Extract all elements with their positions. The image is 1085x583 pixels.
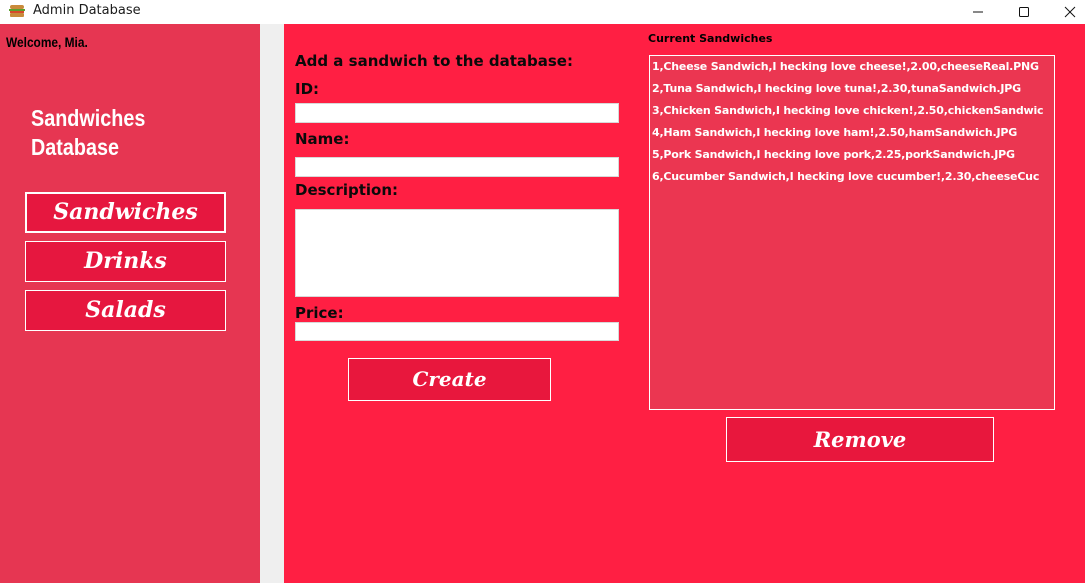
title-bar: Admin Database — [0, 0, 1085, 25]
list-item[interactable]: 3,Chicken Sandwich,I hecking love chicke… — [652, 104, 1044, 117]
remove-button[interactable]: Remove — [726, 417, 994, 462]
list-item[interactable]: 1,Cheese Sandwich,I hecking love cheese!… — [652, 60, 1039, 73]
form-heading: Add a sandwich to the database: — [295, 52, 573, 70]
price-input[interactable] — [295, 322, 619, 341]
welcome-text: Welcome, Mia. — [6, 34, 88, 50]
minimize-button[interactable] — [955, 0, 1001, 24]
maximize-icon — [1019, 7, 1029, 17]
description-label: Description: — [295, 181, 399, 199]
sidebar: Welcome, Mia. Sandwiches Database Sandwi… — [0, 24, 260, 583]
name-label: Name: — [295, 130, 350, 148]
create-button[interactable]: Create — [348, 358, 551, 401]
database-title-line2: Database — [31, 134, 119, 160]
id-input[interactable] — [295, 103, 619, 123]
sandwich-listbox[interactable]: 1,Cheese Sandwich,I hecking love cheese!… — [649, 55, 1055, 410]
sandwich-app-icon — [9, 4, 25, 18]
list-item[interactable]: 2,Tuna Sandwich,I hecking love tuna!,2.3… — [652, 82, 1021, 95]
divider-gap — [260, 24, 284, 583]
description-textarea[interactable] — [295, 209, 619, 297]
window-title: Admin Database — [33, 3, 141, 18]
close-icon — [1064, 6, 1076, 18]
close-button[interactable] — [1047, 0, 1085, 24]
sandwiches-nav-button[interactable]: Sandwiches — [25, 192, 226, 233]
id-label: ID: — [295, 80, 320, 98]
list-item[interactable]: 5,Pork Sandwich,I hecking love pork,2.25… — [652, 148, 1015, 161]
price-label: Price: — [295, 304, 344, 322]
database-title-line1: Sandwiches — [31, 105, 146, 131]
minimize-icon — [973, 11, 983, 13]
maximize-button[interactable] — [1001, 0, 1047, 24]
name-input[interactable] — [295, 157, 619, 177]
list-item[interactable]: 6,Cucumber Sandwich,I hecking love cucum… — [652, 170, 1039, 183]
drinks-nav-button[interactable]: Drinks — [25, 241, 226, 282]
list-title: Current Sandwiches — [648, 32, 773, 45]
database-title: Sandwiches Database — [31, 104, 203, 162]
salads-nav-button[interactable]: Salads — [25, 290, 226, 331]
list-item[interactable]: 4,Ham Sandwich,I hecking love ham!,2.50,… — [652, 126, 1017, 139]
main-panel: Add a sandwich to the database: ID: Name… — [284, 24, 1085, 583]
